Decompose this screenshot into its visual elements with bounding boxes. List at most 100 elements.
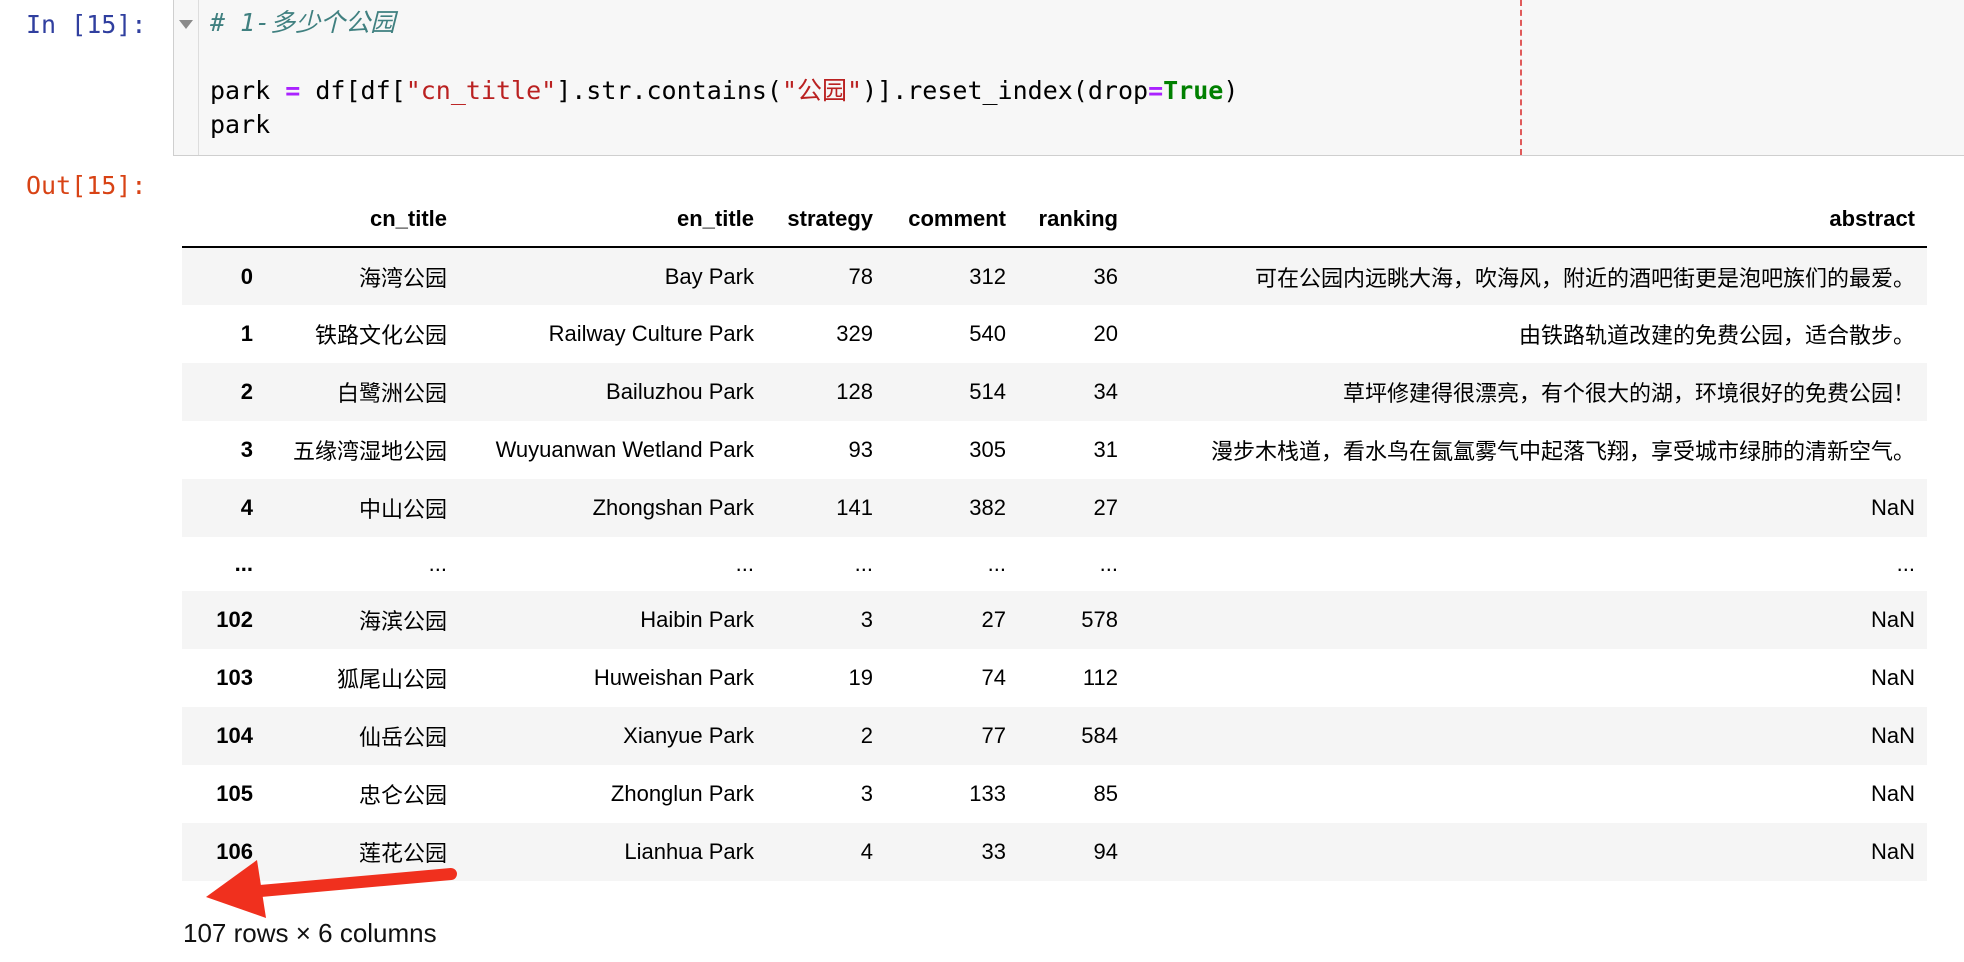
table-row: 103 狐尾山公园 Huweishan Park 19 74 112 NaN	[182, 649, 1927, 707]
table-cell: 94	[1093, 839, 1118, 864]
table-cell: Huweishan Park	[593, 665, 754, 690]
table-cell: 3	[860, 781, 873, 806]
table-cell: NaN	[1870, 495, 1915, 520]
row-index: 2	[240, 379, 253, 404]
table-cell: 74	[981, 665, 1006, 690]
column-header: comment	[885, 192, 1018, 248]
row-index: 0	[240, 263, 253, 289]
table-row: 0 海湾公园 Bay Park 78 312 36 可在公园内远眺大海，吹海风，附近的酒吧街…	[182, 247, 1927, 305]
table-cell: 忠仑公园	[358, 783, 447, 808]
table-body: 0 海湾公园 Bay Park 78 312 36 可在公园内远眺大海，吹海风，附近的酒吧街…	[182, 247, 1927, 881]
table-cell: 36	[1093, 263, 1118, 289]
collapse-arrow-icon[interactable]	[179, 20, 193, 29]
table-cell: 中山公园	[358, 497, 447, 522]
table-row: 4 中山公园 Zhongshan Park 141 382 27 NaN	[182, 479, 1927, 537]
table-cell: ...	[854, 551, 873, 576]
table-cell: 329	[836, 321, 873, 346]
code-keyword: True	[1163, 76, 1224, 105]
table-cell: Haibin Park	[640, 607, 754, 632]
table-cell: 莲花公园	[358, 841, 447, 866]
table-row: 2 白鹭洲公园 Bailuzhou Park 128 514 34 草坪修建得很漂亮，有个很…	[182, 363, 1927, 421]
code-cell-input[interactable]: # 1-多少个公园 park = df[df["cn_title"].str.c…	[173, 0, 1964, 156]
table-cell: 34	[1093, 379, 1118, 404]
table-cell: 19	[848, 665, 873, 690]
table-cell: Wuyuanwan Wetland Park	[495, 437, 754, 462]
table-row: 106 莲花公园 Lianhua Park 4 33 94 NaN	[182, 823, 1927, 881]
row-index: 3	[240, 437, 253, 462]
table-cell: 31	[1093, 437, 1118, 462]
table-cell: 112	[1082, 665, 1118, 690]
table-cell: Bailuzhou Park	[606, 379, 754, 404]
table-cell: 584	[1081, 723, 1118, 748]
table-cell: 382	[969, 495, 1006, 520]
code-editor[interactable]: # 1-多少个公园 park = df[df["cn_title"].str.c…	[210, 6, 1238, 142]
row-index: 1	[240, 321, 253, 346]
column-header: ranking	[1018, 192, 1130, 248]
table-cell: ...	[428, 551, 447, 576]
table-cell: 白鹭洲公园	[336, 381, 447, 406]
table-cell: 可在公园内远眺大海，吹海风，附近的酒吧街更是泡吧族们的最爱。	[1254, 265, 1915, 291]
code-string: "公园"	[781, 76, 863, 105]
table-row: 105 忠仑公园 Zhonglun Park 3 133 85 NaN	[182, 765, 1927, 823]
column-header: cn_title	[265, 192, 459, 248]
column-header: abstract	[1130, 192, 1927, 248]
row-index: ...	[234, 551, 253, 576]
table-cell: 20	[1093, 321, 1118, 346]
table-cell: ...	[1896, 551, 1915, 576]
row-index: 103	[216, 665, 253, 690]
code-operator: =	[285, 76, 301, 105]
table-cell: 578	[1081, 607, 1118, 632]
table-cell: 五缘湾湿地公园	[292, 439, 447, 464]
table-cell: 128	[836, 379, 873, 404]
table-cell: ...	[1099, 551, 1118, 576]
table-cell: 93	[848, 437, 873, 462]
row-index: 106	[216, 839, 253, 864]
row-index: 105	[216, 781, 253, 806]
table-header-row: cn_title en_title strategy comment ranki…	[182, 192, 1927, 248]
table-cell: NaN	[1870, 665, 1915, 690]
table-cell: 133	[969, 781, 1006, 806]
code-token: ].str.contains(	[556, 76, 782, 105]
table-cell: 海滨公园	[358, 609, 447, 634]
row-index: 104	[216, 723, 253, 748]
table-row: .....................	[182, 537, 1927, 591]
code-token: park	[210, 110, 271, 139]
table-cell: Zhonglun Park	[610, 781, 754, 806]
index-header	[182, 192, 265, 248]
code-string: "cn_title"	[405, 76, 557, 105]
table-cell: 312	[969, 263, 1006, 289]
table-cell: 3	[860, 607, 873, 632]
code-token: )].reset_index(drop	[862, 76, 1149, 105]
column-header: strategy	[766, 192, 885, 248]
table-cell: 85	[1093, 781, 1118, 806]
table-cell: Bay Park	[664, 263, 754, 289]
table-row: 102 海滨公园 Haibin Park 3 27 578 NaN	[182, 591, 1927, 649]
table-cell: NaN	[1870, 607, 1915, 632]
table-cell: NaN	[1870, 839, 1915, 864]
table-cell: 草坪修建得很漂亮，有个很大的湖，环境很好的免费公园！	[1342, 381, 1915, 406]
table-row: 3 五缘湾湿地公园 Wuyuanwan Wetland Park 93 305 31 漫步木…	[182, 421, 1927, 479]
input-prompt: In [15]:	[26, 10, 147, 39]
code-operator: =	[1148, 76, 1164, 105]
table-row: 1 铁路文化公园 Railway Culture Park 329 540 20 由铁路轨道…	[182, 305, 1927, 363]
table-row: 104 仙岳公园 Xianyue Park 2 77 584 NaN	[182, 707, 1927, 765]
table-cell: 514	[969, 379, 1006, 404]
table-cell: 78	[848, 263, 873, 289]
table-cell: 540	[969, 321, 1006, 346]
row-index: 4	[240, 495, 253, 520]
table-cell: ...	[735, 551, 754, 576]
line-length-ruler	[1520, 0, 1522, 155]
table-cell: 仙岳公园	[358, 725, 447, 750]
dataframe-shape: 107 rows × 6 columns	[183, 918, 437, 948]
table-cell: Xianyue Park	[623, 723, 754, 748]
collapse-bar[interactable]	[174, 0, 199, 155]
table-cell: 海湾公园	[358, 265, 447, 291]
dataframe-table: cn_title en_title strategy comment ranki…	[182, 192, 1927, 881]
table-cell: NaN	[1870, 781, 1915, 806]
table-cell: 77	[981, 723, 1006, 748]
table-cell: Railway Culture Park	[548, 321, 754, 346]
table-cell: ...	[987, 551, 1006, 576]
table-cell: 305	[969, 437, 1006, 462]
table-cell: 27	[1093, 495, 1118, 520]
table-cell: 由铁路轨道改建的免费公园，适合散步。	[1518, 323, 1915, 348]
